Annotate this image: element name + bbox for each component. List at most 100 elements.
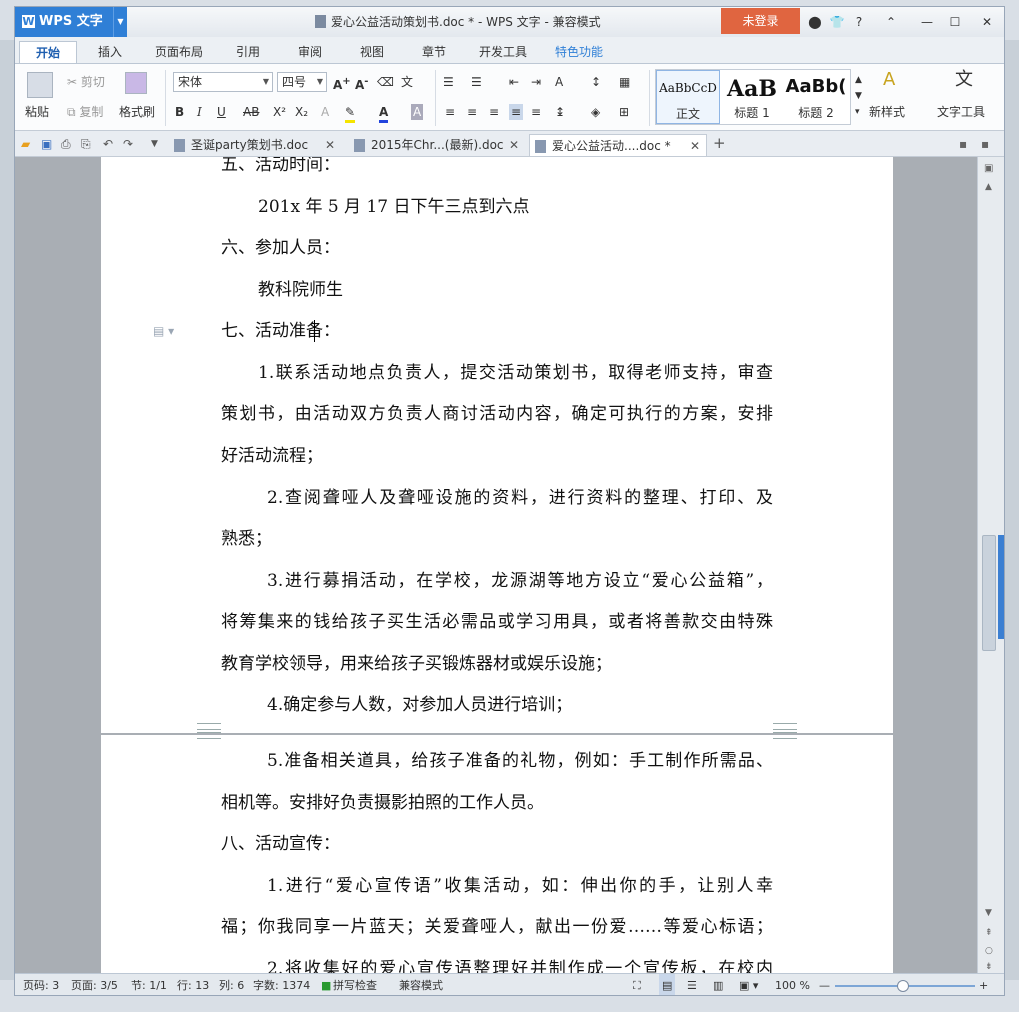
close-button[interactable]: ✕ <box>979 14 995 30</box>
bullets-icon[interactable]: ☰ <box>443 74 454 90</box>
highlight-icon[interactable]: ✎ <box>345 104 356 123</box>
strikethrough-icon[interactable]: AB <box>243 104 259 120</box>
doc-tab-1[interactable]: 圣诞party策划书.doc ✕ <box>169 134 341 156</box>
select-browse-icon[interactable]: ○ <box>985 943 993 959</box>
new-tab-icon[interactable]: + <box>713 135 726 151</box>
outline-view-icon[interactable]: ☰ <box>687 974 697 995</box>
zoom-slider-knob[interactable] <box>897 980 909 992</box>
paragraph[interactable]: 五、活动时间： <box>221 157 773 177</box>
tab-list-icon[interactable]: ▪ <box>959 136 967 152</box>
paragraph[interactable]: 相机等。安排好负责摄影拍照的工作人员。 <box>221 791 773 815</box>
maximize-button[interactable]: ☐ <box>947 14 963 30</box>
bold-icon[interactable]: B <box>175 104 184 120</box>
new-style-button[interactable]: 新样式 <box>869 104 905 120</box>
doc-tab-2[interactable]: 2015年Chr...(最新).doc ✕ <box>349 134 525 156</box>
cut-button[interactable]: ✂ 剪切 <box>67 74 105 90</box>
paragraph-handle-icon[interactable]: ▤ ▾ <box>153 323 174 339</box>
underline-icon[interactable]: U <box>217 104 226 120</box>
zoom-level[interactable]: 100 % <box>775 974 810 995</box>
zoom-out-icon[interactable]: — <box>819 974 830 995</box>
status-section[interactable]: 节: 1/1 <box>131 974 167 995</box>
char-shading-icon[interactable]: A <box>411 104 424 120</box>
font-name-select[interactable]: 宋体 ▼ <box>173 72 273 92</box>
paragraph[interactable]: 八、活动宣传： <box>221 832 773 856</box>
close-tab-icon[interactable]: ✕ <box>509 134 519 156</box>
split-view-icon[interactable]: ▣ <box>984 161 993 177</box>
style-heading-2[interactable]: AaBb( 标题 2 <box>784 70 848 124</box>
shading-icon[interactable]: ◈ <box>591 104 600 120</box>
status-spell-check[interactable]: 拼写检查 <box>333 974 377 995</box>
status-word-count[interactable]: 字数: 1374 <box>253 974 310 995</box>
justify-icon[interactable]: ≡ <box>509 104 524 120</box>
tab-page-layout[interactable]: 页面布局 <box>147 41 211 63</box>
superscript-icon[interactable]: X² <box>273 104 286 120</box>
scroll-up-icon[interactable]: ▲ <box>985 179 992 195</box>
font-size-select[interactable]: 四号 ▼ <box>277 72 327 92</box>
paragraph[interactable]: 教育学校领导，用来给孩子买锻炼器材或娱乐设施； <box>221 652 773 676</box>
table-icon[interactable]: ▦ <box>619 74 630 90</box>
style-normal[interactable]: AaBbCcD 正文 <box>656 70 720 124</box>
scrollbar-thumb[interactable] <box>982 535 996 651</box>
redo-icon[interactable]: ↷ <box>123 136 133 152</box>
web-view-icon[interactable]: ▥ <box>713 974 723 995</box>
chevron-down-icon[interactable]: ▼ <box>113 7 127 37</box>
reading-view-icon[interactable]: ▣ ▾ <box>739 974 758 995</box>
logo-circle-icon[interactable]: ⬤ <box>807 14 823 30</box>
font-resize-icon[interactable]: A <box>555 74 563 90</box>
paragraph[interactable]: 1.进行“爱心宣传语”收集活动，如：伸出你的手，让别人幸 <box>267 874 773 898</box>
tab-home[interactable]: 开始 <box>19 41 77 63</box>
line-spacing-icon[interactable]: ↨ <box>555 104 565 120</box>
document-area[interactable]: 五、活动时间： 201x 年 5 月 17 日下午三点到六点 六、参加人员： 教… <box>15 157 977 973</box>
paragraph[interactable]: 好活动流程； <box>221 444 773 468</box>
close-tab-icon[interactable]: ✕ <box>325 134 335 156</box>
scroll-down-icon[interactable]: ▼ <box>985 905 992 921</box>
save-icon[interactable]: ▣ <box>41 136 52 152</box>
grow-font-icon[interactable]: A+ <box>333 74 351 93</box>
paragraph[interactable]: 教科院师生 <box>258 278 810 302</box>
text-effect-icon[interactable]: A <box>321 104 329 120</box>
subscript-icon[interactable]: X₂ <box>295 104 308 120</box>
doc-tab-3-active[interactable]: 爱心公益活动....doc * ✕ <box>529 134 707 156</box>
font-color-icon[interactable]: A <box>379 104 389 123</box>
align-center-icon[interactable]: ≡ <box>467 104 477 120</box>
help-icon[interactable]: ? <box>851 14 867 30</box>
paragraph[interactable]: 201x 年 5 月 17 日下午三点到六点 <box>258 195 810 219</box>
decrease-indent-icon[interactable]: ⇤ <box>509 74 519 90</box>
paste-button[interactable]: 粘贴 <box>25 104 49 120</box>
shrink-font-icon[interactable]: A- <box>355 74 368 93</box>
italic-icon[interactable]: I <box>197 104 202 120</box>
skin-icon[interactable]: 👕 <box>829 14 845 30</box>
paragraph[interactable]: 熟悉； <box>221 527 773 551</box>
paragraph[interactable]: 2.将收集好的爱心宣传语整理好并制作成一个宣传板，在校内 <box>267 957 773 973</box>
status-row[interactable]: 行: 13 <box>177 974 209 995</box>
collapse-ribbon-icon[interactable]: ⌃ <box>883 14 899 30</box>
clear-format-icon[interactable]: ⌫ <box>377 74 394 90</box>
print-icon[interactable]: ⎙ <box>61 136 71 152</box>
paragraph[interactable]: 七、活动准备： <box>221 319 773 343</box>
paragraph[interactable]: 六、参加人员： <box>221 236 773 260</box>
paragraph[interactable]: 策划书，由活动双方负责人商讨活动内容，确定可执行的方案，安排 <box>221 402 773 426</box>
side-panel-toggle[interactable] <box>998 535 1004 639</box>
close-tab-icon[interactable]: ✕ <box>690 135 700 157</box>
document-page[interactable]: 5.准备相关道具，给孩子准备的礼物，例如：手工制作所需品、 相机等。安排好负责摄… <box>101 729 893 973</box>
quick-access-dropdown-icon[interactable]: ▼ <box>151 136 158 152</box>
format-painter-icon[interactable] <box>125 72 147 94</box>
paste-icon[interactable] <box>27 72 53 98</box>
print-preview-icon[interactable]: ⎘ <box>81 136 91 152</box>
increase-indent-icon[interactable]: ⇥ <box>531 74 541 90</box>
prev-page-icon[interactable]: ⇞ <box>985 925 993 941</box>
wps-menu-button[interactable]: W WPS 文字 ▼ <box>15 7 127 37</box>
tab-view[interactable]: 视图 <box>347 41 397 63</box>
format-painter-button[interactable]: 格式刷 <box>119 104 155 120</box>
tab-references[interactable]: 引用 <box>223 41 273 63</box>
open-icon[interactable]: ▰ <box>21 136 30 152</box>
status-page-code[interactable]: 页码: 3 <box>23 974 59 995</box>
copy-button[interactable]: ⧉ 复制 <box>67 104 103 120</box>
tab-developer[interactable]: 开发工具 <box>471 41 535 63</box>
tab-review[interactable]: 审阅 <box>285 41 335 63</box>
numbering-icon[interactable]: ☰ <box>471 74 482 90</box>
login-button[interactable]: 未登录 <box>721 8 800 34</box>
paragraph[interactable]: 3.进行募捐活动，在学校，龙源湖等地方设立“爱心公益箱”， <box>267 569 773 593</box>
style-scroll-icon[interactable]: ▲ ▼ ▾ <box>855 72 862 120</box>
paragraph[interactable]: 将筹集来的钱给孩子买生活必需品或学习用具，或者将善款交由特殊 <box>221 610 773 634</box>
